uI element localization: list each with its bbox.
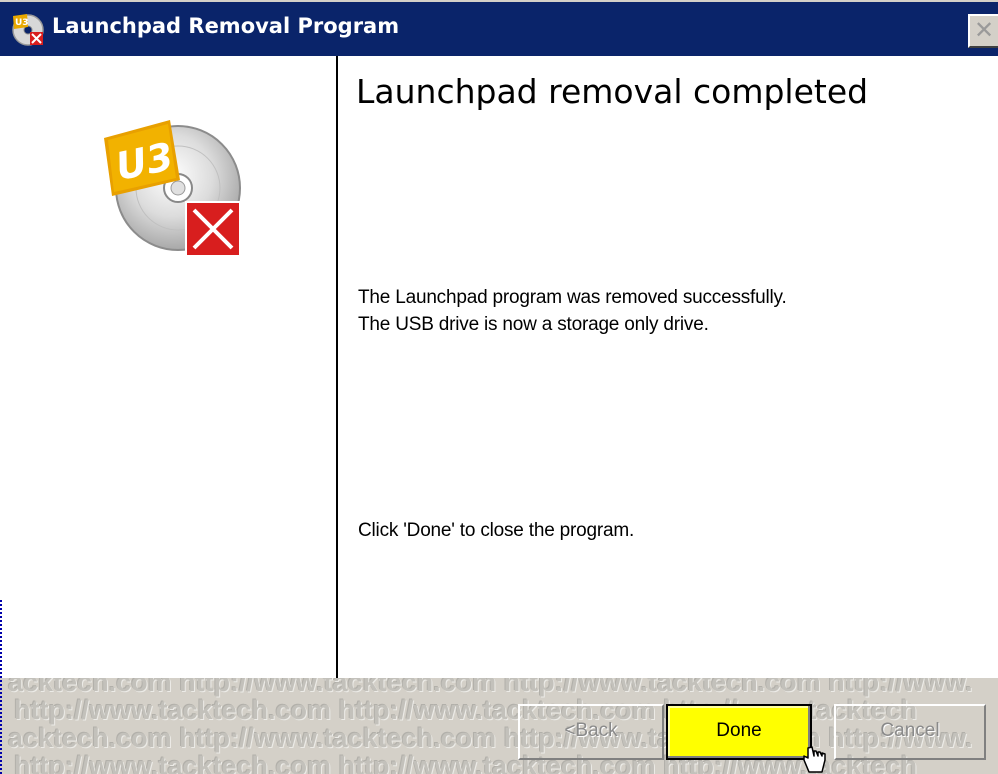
mouse-pointer-icon: [803, 746, 826, 773]
done-button[interactable]: Done: [666, 704, 812, 760]
close-button[interactable]: ✕: [968, 14, 998, 48]
svg-text:U3: U3: [15, 18, 29, 28]
page-heading: Launchpad removal completed: [356, 72, 869, 111]
app-icon: U3: [12, 14, 44, 46]
storage-message: The USB drive is now a storage only driv…: [358, 314, 709, 335]
removal-dialog: U3 Launchpad Removal Program ✕ U3 Launch…: [0, 0, 998, 774]
cancel-button[interactable]: Cancel: [834, 704, 986, 760]
instruction-message: Click 'Done' to close the program.: [358, 520, 635, 541]
close-icon: ✕: [974, 16, 995, 44]
panel-divider: [336, 56, 338, 678]
u3-cd-remove-icon: U3: [104, 120, 241, 257]
window-title: Launchpad Removal Program: [52, 14, 400, 38]
success-message: The Launchpad program was removed succes…: [358, 287, 787, 308]
edge-marker: [0, 600, 3, 774]
back-button[interactable]: <Back: [518, 704, 664, 760]
title-bar: U3 Launchpad Removal Program ✕: [0, 0, 998, 56]
